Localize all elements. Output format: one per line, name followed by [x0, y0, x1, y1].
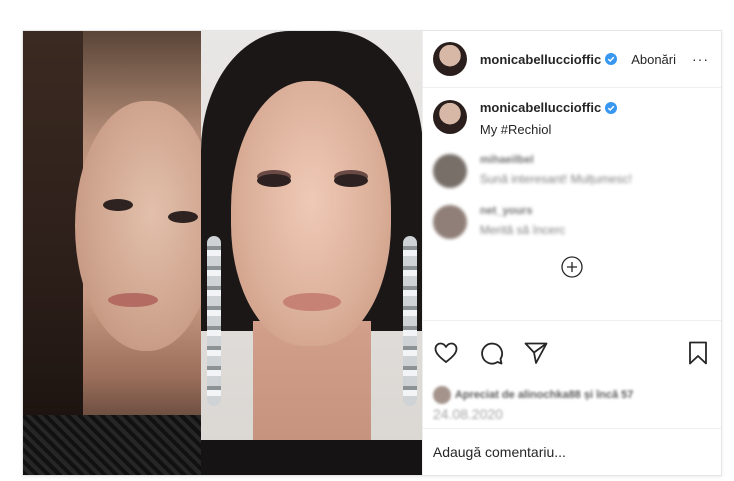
follow-button[interactable]: Abonări: [631, 52, 676, 67]
photo-left-portrait: [23, 31, 215, 475]
comment-item: mihaeilbel Sună interesant! Mulțumesc!: [432, 154, 711, 188]
post-header: monicabelluccioffic Abonări ···: [422, 31, 721, 88]
post-date: 24.08.2020: [432, 406, 503, 422]
comment-avatar[interactable]: [432, 205, 467, 239]
earring-left: [206, 236, 221, 406]
author-username[interactable]: monicabelluccioffic: [480, 52, 601, 67]
bookmark-icon[interactable]: [685, 340, 711, 366]
send-icon[interactable]: [523, 340, 549, 366]
caption-avatar[interactable]: [432, 100, 467, 134]
heart-icon[interactable]: [433, 340, 459, 366]
photo-right-portrait: [200, 31, 422, 475]
instagram-post: monicabelluccioffic Abonări ··· monicabe…: [22, 30, 722, 476]
comment-icon[interactable]: [478, 340, 504, 366]
verified-badge-icon: [605, 101, 618, 114]
comment-username[interactable]: mihaeilbel: [480, 154, 632, 166]
more-options-icon[interactable]: ···: [692, 51, 709, 67]
post-photo[interactable]: [23, 31, 422, 475]
earring-right: [402, 236, 417, 406]
likes-summary[interactable]: Apreciat de alinochka88 și încă 57: [423, 384, 721, 406]
plus-circle-icon[interactable]: [561, 256, 583, 278]
comment-avatar[interactable]: [432, 154, 467, 188]
liker-avatar: [432, 386, 451, 404]
post-sidebar: monicabelluccioffic Abonări ··· monicabe…: [421, 31, 721, 475]
verified-badge-icon: [605, 53, 618, 65]
comments-section: monicabelluccioffic My #Rechiol mihaeilb…: [423, 88, 721, 320]
comment-username[interactable]: net_yours: [480, 205, 565, 217]
author-avatar[interactable]: [432, 42, 467, 76]
post-actions: [422, 320, 721, 384]
comment-text: Merită să încerc: [479, 223, 566, 237]
comment-text: Sună interesant! Mulțumesc!: [479, 172, 632, 186]
caption-text: My #Rechiol: [479, 122, 552, 137]
likes-text: Apreciat de alinochka88 și încă 57: [454, 389, 634, 401]
comment-item: net_yours Merită să încerc: [432, 205, 711, 239]
caption-username[interactable]: monicabelluccioffic: [480, 100, 601, 115]
add-comment-input[interactable]: Adaugă comentariu...: [422, 428, 721, 475]
post-caption: monicabelluccioffic My #Rechiol: [432, 100, 711, 137]
